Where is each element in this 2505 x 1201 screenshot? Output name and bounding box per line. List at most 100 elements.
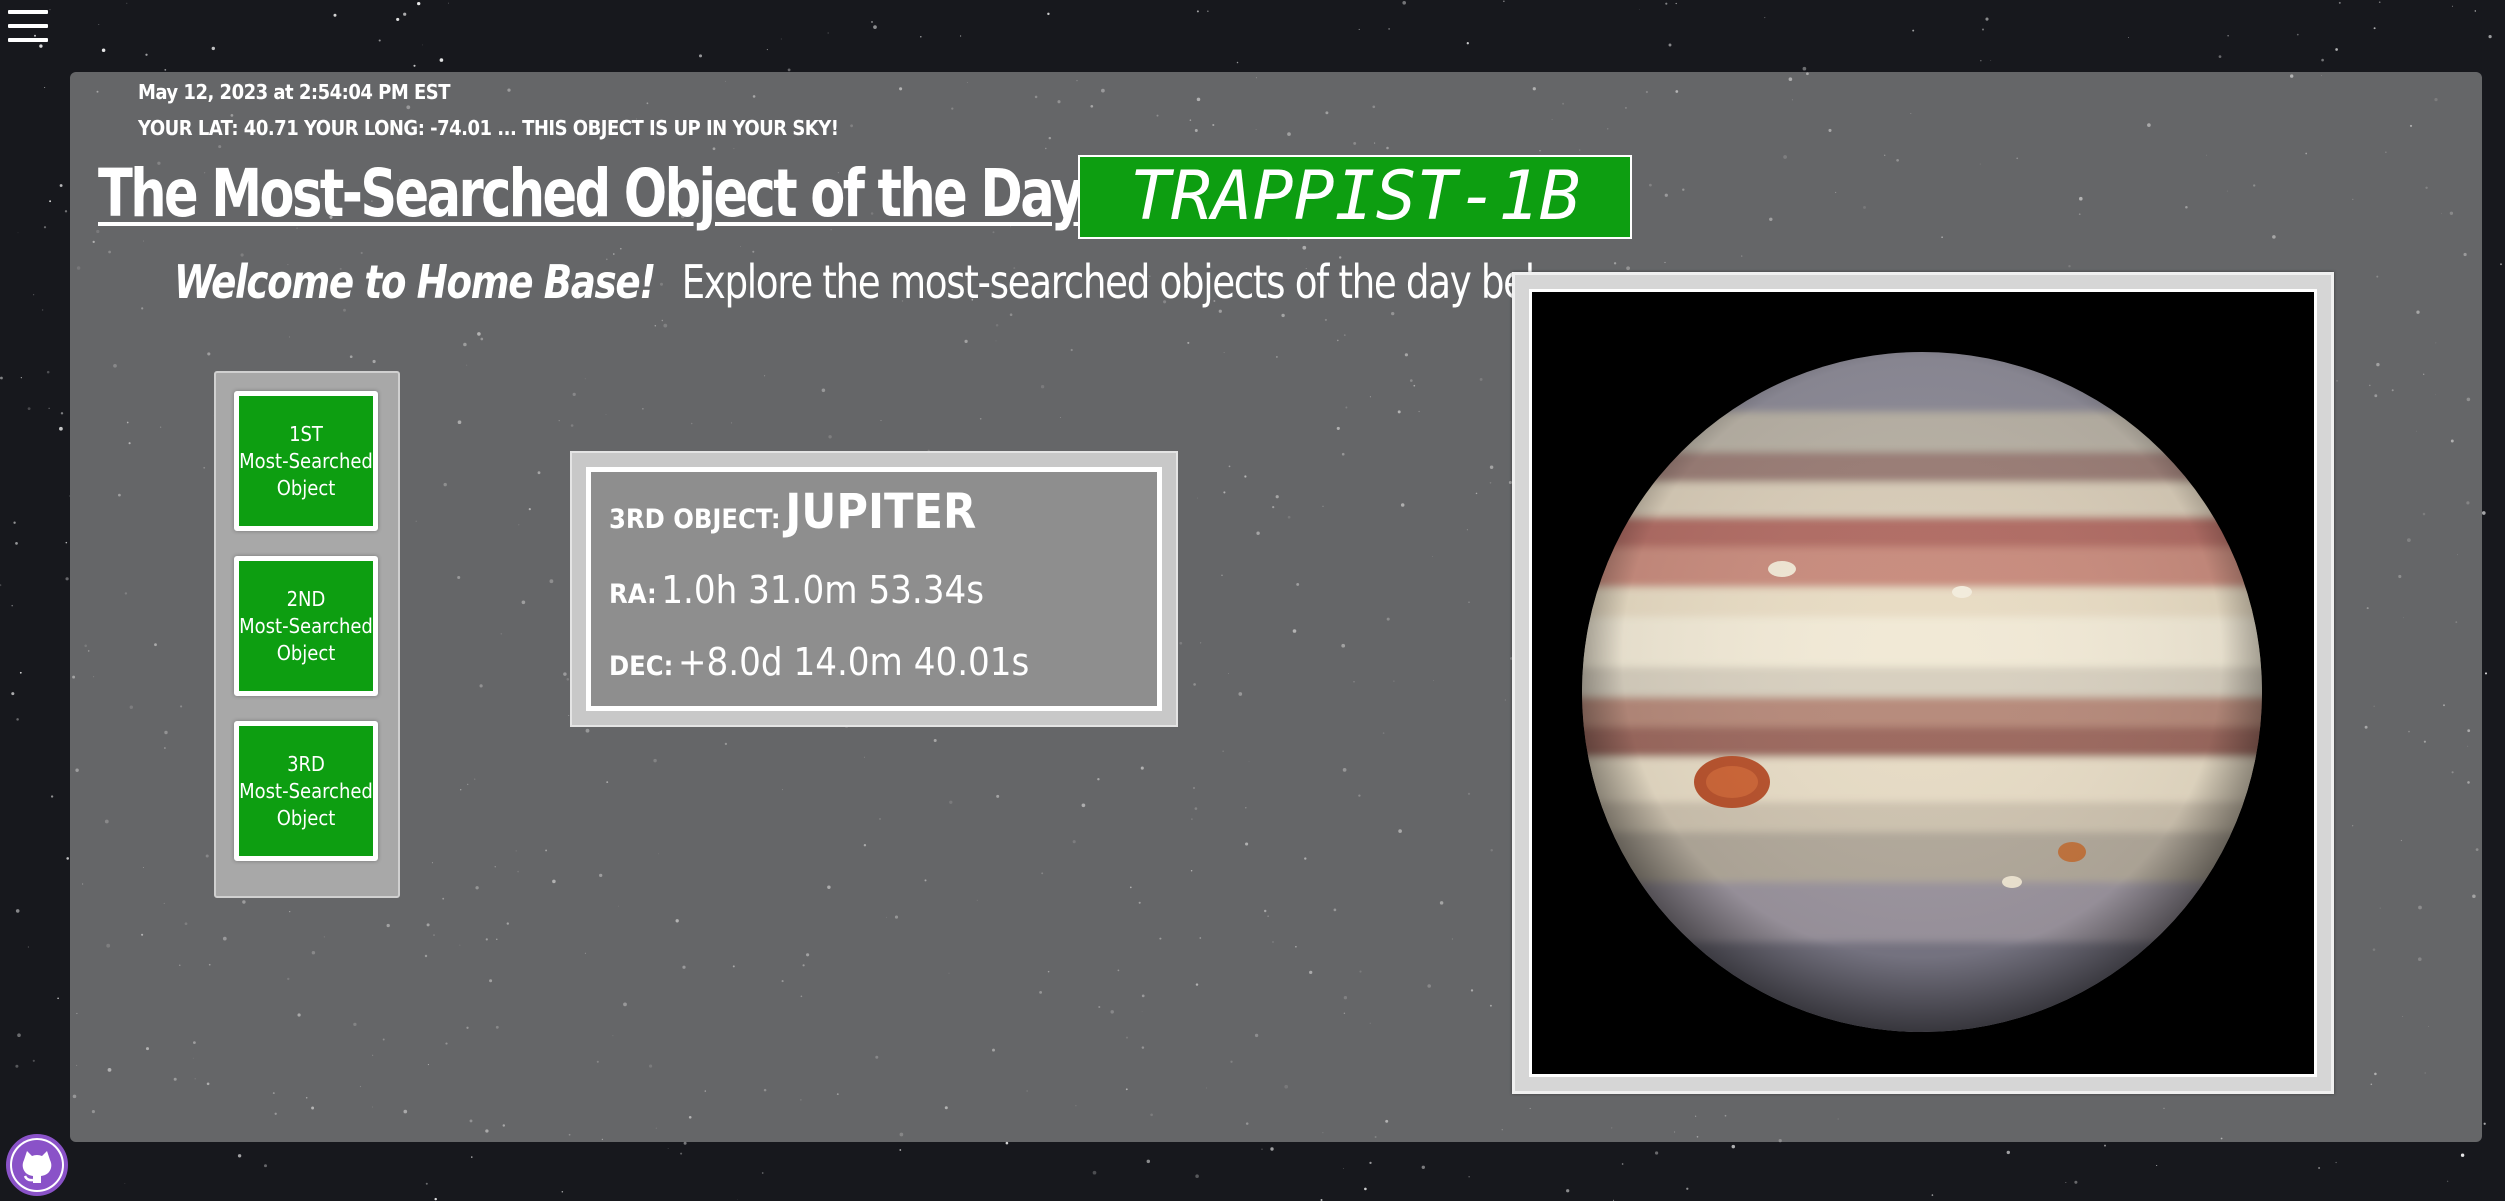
star — [2074, 1180, 2078, 1184]
star — [2500, 263, 2502, 266]
star — [2335, 48, 2338, 51]
star — [1802, 66, 1807, 71]
star — [2474, 10, 2477, 12]
object-info-inner: 3RD OBJECT: JUPITER RA: 1.0h 31.0m 53.34… — [586, 467, 1162, 711]
star — [1005, 1141, 1009, 1145]
star — [683, 1141, 687, 1145]
star — [17, 1033, 21, 1038]
visibility-status: THIS OBJECT IS UP IN YOUR SKY! — [522, 116, 839, 140]
star — [65, 577, 69, 581]
star — [49, 200, 52, 203]
star — [2218, 55, 2222, 58]
star — [1503, 0, 1505, 2]
star — [145, 53, 148, 56]
star — [1665, 2, 1668, 5]
date-time: May 12, 2023 at 2:54:04 PM EST — [138, 80, 451, 104]
star — [1654, 1151, 1659, 1155]
star — [1092, 1170, 1097, 1175]
star — [1466, 42, 1469, 45]
star — [2318, 1166, 2321, 1170]
button-label: Most-Searched — [239, 613, 373, 638]
star — [2460, 1153, 2465, 1157]
ra-value: 1.0h 31.0m 53.34s — [661, 568, 985, 612]
star — [19, 671, 22, 674]
star — [98, 23, 100, 25]
dec-label: DEC: — [609, 651, 674, 682]
star — [2104, 1144, 2106, 1147]
star — [15, 909, 20, 913]
star — [2446, 1180, 2449, 1183]
button-rank: 1ST — [289, 421, 323, 446]
star — [561, 1191, 564, 1193]
star — [766, 49, 768, 51]
star — [1981, 28, 1985, 31]
star — [59, 426, 63, 431]
star — [2451, 5, 2453, 7]
star — [1764, 17, 1766, 19]
star — [378, 39, 381, 42]
star — [1146, 1159, 1151, 1164]
jupiter-image — [1532, 292, 2312, 1072]
star — [48, 407, 50, 409]
star — [2484, 672, 2488, 675]
star — [1912, 29, 1915, 32]
star — [2488, 35, 2492, 39]
first-object-button[interactable]: 1ST Most-Searched Object — [234, 391, 378, 531]
star — [2481, 511, 2486, 515]
star — [1196, 10, 1199, 13]
star — [471, 1156, 473, 1158]
star — [448, 2, 449, 4]
github-icon[interactable] — [6, 1134, 68, 1196]
second-object-button[interactable]: 2ND Most-Searched Object — [234, 556, 378, 696]
star — [425, 1182, 428, 1185]
button-label: Object — [276, 475, 336, 500]
star — [780, 38, 782, 40]
object-info-card: 3RD OBJECT: JUPITER RA: 1.0h 31.0m 53.34… — [570, 451, 1178, 727]
star — [20, 377, 22, 379]
hamburger-menu-icon[interactable] — [8, 10, 48, 46]
star — [46, 370, 50, 374]
star — [2006, 1150, 2011, 1155]
star — [32, 1059, 35, 1062]
object-name-row: 3RD OBJECT: JUPITER — [609, 484, 976, 540]
star — [1207, 10, 1209, 12]
star — [680, 1152, 683, 1155]
third-object-button[interactable]: 3RD Most-Searched Object — [234, 721, 378, 861]
star — [1402, 0, 1407, 5]
star — [2065, 1182, 2067, 1183]
star — [1468, 1176, 1470, 1178]
star — [737, 1198, 738, 1200]
star — [27, 407, 31, 411]
lat-long: YOUR LAT: 40.71 YOUR LONG: -74.01 ... — [138, 116, 517, 140]
star — [1236, 61, 1239, 64]
star — [66, 857, 69, 860]
ra-row: RA: 1.0h 31.0m 53.34s — [609, 568, 984, 612]
star — [899, 1149, 902, 1151]
star — [698, 54, 703, 58]
star — [1364, 1187, 1367, 1191]
star — [1985, 17, 1989, 21]
location-line: YOUR LAT: 40.71 YOUR LONG: -74.01 ... TH… — [138, 116, 839, 140]
button-label: Most-Searched — [239, 778, 373, 803]
star — [1270, 1147, 1274, 1151]
star — [1990, 60, 1992, 61]
ra-label: RA: — [609, 579, 657, 610]
star — [413, 64, 416, 67]
star — [65, 541, 68, 544]
object-name: JUPITER — [785, 484, 977, 540]
star — [44, 86, 46, 88]
dec-value: +8.0d 14.0m 40.01s — [677, 640, 1030, 684]
star — [1261, 1148, 1263, 1150]
star — [0, 584, 2, 587]
button-rank: 2ND — [286, 586, 326, 611]
object-image-frame — [1512, 272, 2334, 1094]
star — [396, 17, 400, 21]
star — [2227, 35, 2229, 37]
star — [1931, 1194, 1934, 1196]
star — [827, 32, 829, 34]
star — [1343, 1168, 1345, 1170]
star — [11, 692, 15, 696]
star — [1731, 1144, 1736, 1149]
star — [1621, 1163, 1624, 1165]
star — [333, 13, 337, 17]
